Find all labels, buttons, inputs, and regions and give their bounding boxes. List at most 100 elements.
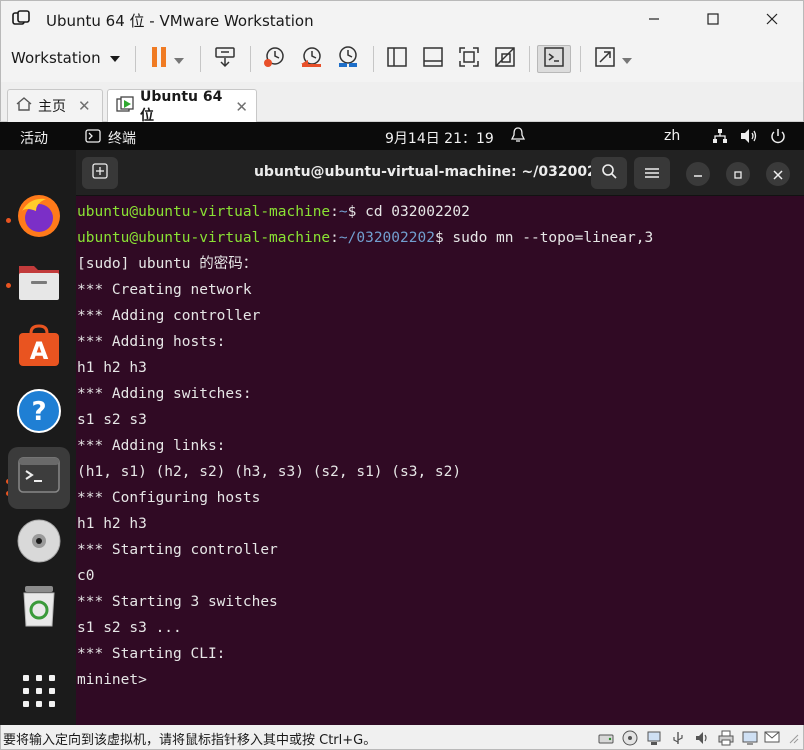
files-icon [16,258,62,308]
dropdown-arrow-icon [622,50,632,69]
help-icon: ? [16,388,62,438]
close-icon [766,10,778,29]
dock-app-center[interactable]: A [8,317,70,379]
mininet-prompt[interactable]: mininet> [77,667,803,693]
dock-dvd[interactable] [8,512,70,574]
sound-icon[interactable] [693,729,711,747]
snapshot-manager-icon [336,45,360,73]
close-window-button[interactable] [749,5,795,33]
tab-close-icon[interactable]: ✕ [235,98,248,116]
fullscreen-icon [458,46,480,72]
terminal-close-button[interactable] [766,162,790,186]
output-line: *** Adding links: [77,438,226,454]
tab-ubuntu-vm[interactable]: Ubuntu 64 位 ✕ [107,88,257,124]
svg-text:A: A [30,337,49,365]
prompt-line: ubuntu@ubuntu-virtual-machine:~$ cd 0320… [77,199,803,225]
bell-icon [510,127,526,147]
library-view-icon [386,46,408,72]
toolbar-separator [135,46,136,72]
app-menu-label[interactable]: 终端 [108,128,136,148]
maximize-button[interactable] [690,5,736,33]
volume-icon[interactable] [740,128,758,148]
output-line: s1 s2 s3 [77,412,147,428]
hamburger-menu-icon [645,164,659,183]
snapshot-manager-button[interactable] [333,45,363,73]
app-center-icon: A [16,323,62,373]
resize-grip-icon[interactable] [785,729,801,747]
output-line: *** Adding controller [77,308,261,324]
show-apps-icon [22,674,56,712]
terminal-output[interactable]: ubuntu@ubuntu-virtual-machine:~$ cd 0320… [77,199,803,693]
output-line: *** Starting controller [77,542,278,558]
svg-text:?: ? [31,397,46,427]
prompt-line: ubuntu@ubuntu-virtual-machine:~/03200220… [77,225,803,251]
dock-files[interactable] [8,252,70,314]
library-view-button[interactable] [382,45,412,73]
snapshot-revert-icon [299,45,323,73]
prompt-user: ubuntu@ubuntu-virtual-machine [77,204,331,220]
tab-close-icon[interactable]: ✕ [78,97,91,115]
snapshot-revert-button[interactable] [296,45,326,73]
prompt-command: $ sudo mn --topo=linear,3 [434,230,654,246]
network-wired-icon[interactable] [712,128,728,148]
prompt-separator: : [330,204,339,220]
output-line: *** Adding switches: [77,386,252,402]
window-title: Ubuntu 64 位 - VMware Workstation [46,12,314,30]
output-line: h1 h2 h3 [77,516,147,532]
fullscreen-button[interactable] [454,45,484,73]
send-ctrl-alt-del-button[interactable] [209,45,241,73]
vm-tab-strip: 主页 ✕ Ubuntu 64 位 ✕ [0,82,804,124]
vmware-app-icon [12,10,30,28]
display-icon[interactable] [741,729,759,747]
dvd-icon [16,518,62,568]
tab-home[interactable]: 主页 ✕ [7,89,103,122]
toolbar-separator [373,46,374,72]
cd-drive-icon[interactable] [621,729,639,747]
show-apps-button[interactable] [8,662,70,724]
maximize-icon [733,165,743,184]
dropdown-arrow-icon [109,49,120,67]
minimize-button[interactable] [631,5,677,33]
messages-icon[interactable] [763,729,781,747]
terminal-window[interactable]: ubuntu@ubuntu-virtual-machine: ~/0320022… [76,150,804,725]
tab-ubuntu-label: Ubuntu 64 位 [140,88,223,124]
input-method-indicator[interactable]: zh [664,128,680,144]
console-terminal-button[interactable] [537,45,571,73]
dock-firefox[interactable] [8,187,70,249]
trash-icon [16,583,62,633]
dock-trash[interactable] [8,577,70,639]
snapshot-take-button[interactable] [259,45,289,73]
output-line: [sudo] ubuntu 的密码： [77,256,258,272]
firefox-icon [16,193,62,243]
dock-terminal[interactable] [8,447,70,509]
terminal-search-button[interactable] [591,157,627,189]
output-line: s1 s2 s3 ... [77,620,182,636]
title-bar: Ubuntu 64 位 - VMware Workstation [0,0,804,36]
console-view-button[interactable] [418,45,448,73]
vm-display[interactable]: 活动 终端 9月14日 21：19 zh A ? ubuntu@ubuntu-v… [0,122,804,725]
prompt-path: ~/032002202 [338,230,435,246]
minimize-icon [648,10,660,29]
activities-button[interactable]: 活动 [20,128,48,148]
hard-disk-icon[interactable] [597,729,615,747]
power-icon[interactable] [770,128,786,148]
unity-button[interactable] [490,45,520,73]
tab-home-label: 主页 [38,99,66,115]
workstation-menu[interactable]: Workstation [7,45,124,71]
dock-help[interactable]: ? [8,382,70,444]
clock[interactable]: 9月14日 21：19 [385,128,494,148]
prompt-separator: : [330,230,339,246]
terminal-app-icon [85,129,101,147]
terminal-maximize-button[interactable] [726,162,750,186]
usb-icon[interactable] [669,729,687,747]
printer-icon[interactable] [717,729,735,747]
pause-button[interactable] [143,45,191,73]
output-line: (h1, s1) (h2, s2) (h3, s3) (s2, s1) (s3,… [77,464,462,480]
status-message: 要将输入定向到该虚拟机，请将鼠标指针移入其中或按 Ctrl+G。 [3,733,377,748]
stretch-button[interactable] [589,45,637,73]
network-icon[interactable] [645,729,663,747]
terminal-menu-button[interactable] [634,157,670,189]
terminal-minimize-button[interactable] [686,162,710,186]
ubuntu-top-bar: 活动 终端 9月14日 21：19 zh [0,122,804,150]
unity-icon [494,46,516,72]
